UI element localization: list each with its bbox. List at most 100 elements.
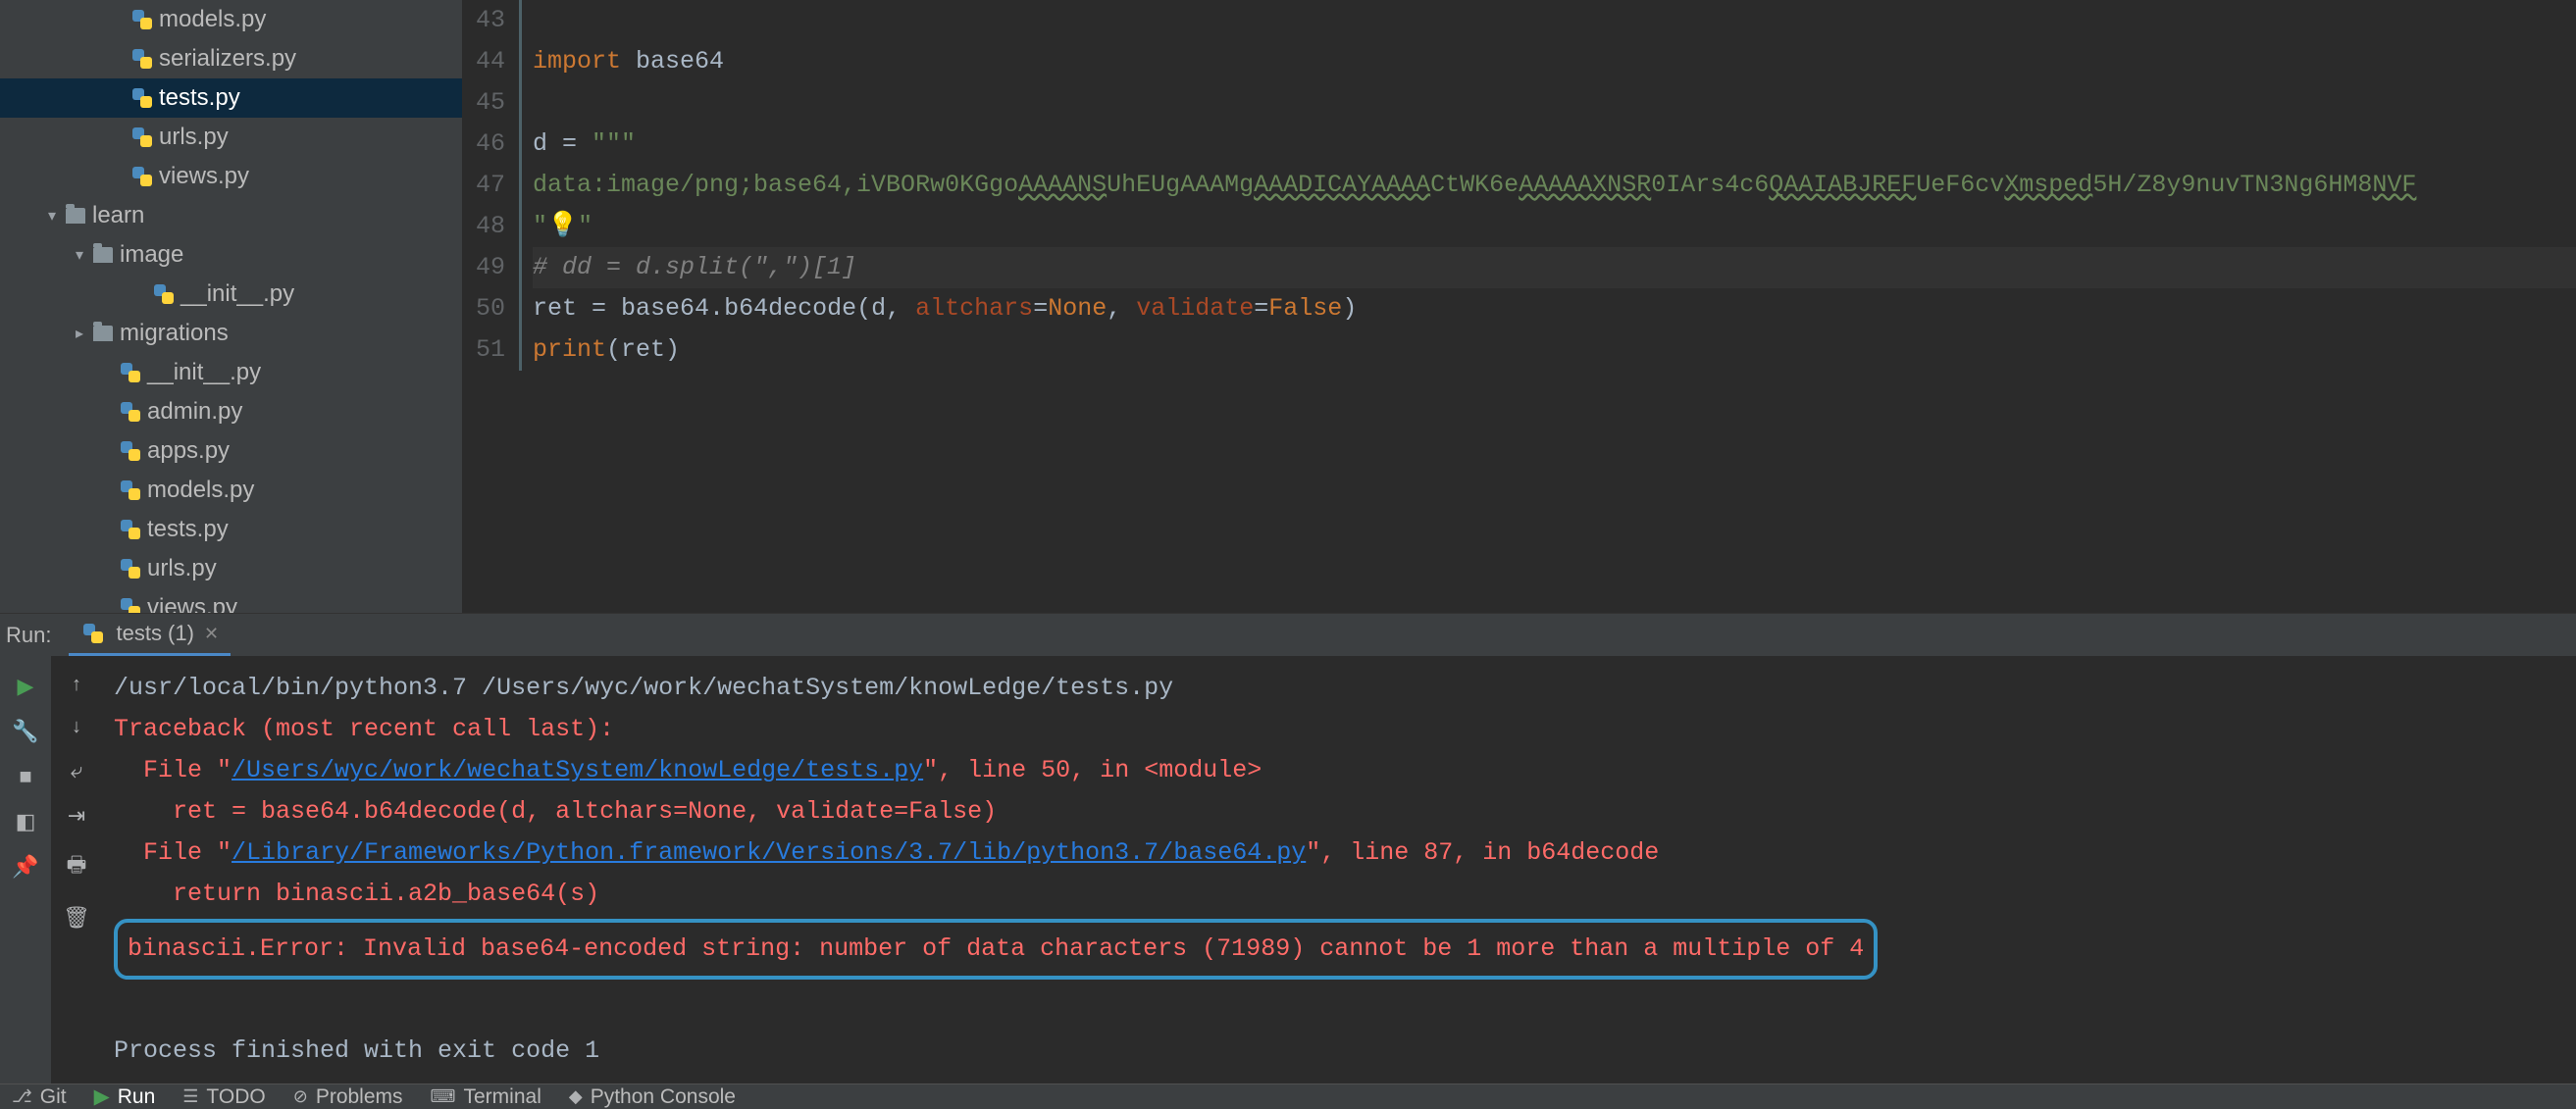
tree-item-label: urls.py <box>155 124 229 151</box>
tree-file[interactable]: models.py <box>0 0 462 39</box>
code-editor[interactable]: 434445464748495051 import base64d = """d… <box>462 0 2576 613</box>
tree-file[interactable]: __init__.py <box>0 275 462 314</box>
pin-icon[interactable]: 📌 <box>13 854 38 880</box>
soft-wrap-icon[interactable]: ⤶ <box>71 758 82 783</box>
tree-file[interactable]: tests.py <box>0 78 462 118</box>
run-tab-label: tests (1) <box>116 621 193 646</box>
python-file-icon <box>129 127 155 147</box>
error-message: binascii.Error: Invalid base64-encoded s… <box>128 929 1864 970</box>
statusbar-git[interactable]: ⎇Git <box>12 1085 67 1109</box>
tree-item-label: __init__.py <box>177 280 294 308</box>
python-file-icon <box>118 559 143 579</box>
python-file-icon <box>129 10 155 29</box>
line-number: 51 <box>462 329 505 371</box>
tree-folder[interactable]: ▾learn <box>0 196 462 235</box>
scroll-to-end-icon[interactable]: ⇥ <box>68 803 85 829</box>
run-panel-header: Run: tests (1) ✕ <box>0 614 2576 656</box>
line-number: 48 <box>462 206 505 247</box>
line-number: 50 <box>462 288 505 329</box>
traceback-link[interactable]: /Users/wyc/work/wechatSystem/knowLedge/t… <box>232 756 923 784</box>
code-line[interactable]: "💡" <box>533 206 2576 247</box>
wrench-icon[interactable]: 🔧 <box>13 719 38 744</box>
down-arrow-icon[interactable]: ↓ <box>72 716 81 738</box>
trash-icon[interactable]: 🗑 <box>63 905 90 931</box>
tree-expander-icon[interactable]: ▾ <box>41 206 63 226</box>
run-panel-title: Run: <box>6 623 51 648</box>
editor-code-area[interactable]: import base64 d = """data:image/png;base6… <box>533 0 2576 613</box>
python-file-icon <box>118 480 143 500</box>
python-file-icon <box>118 598 143 613</box>
tree-file[interactable]: urls.py <box>0 549 462 588</box>
code-line[interactable]: # dd = d.split(",")[1] <box>533 247 2576 288</box>
tree-item-label: migrations <box>116 320 229 347</box>
python-console-icon: ◆ <box>569 1086 583 1107</box>
rerun-button[interactable]: ▶ <box>13 674 38 699</box>
run-tool-window[interactable]: Run: tests (1) ✕ ▶ 🔧 ■ ◧ 📌 ↑ ↓ ⤶ ⇥ 🖶 🗑 <box>0 613 2576 1084</box>
tree-item-label: __init__.py <box>143 359 261 386</box>
line-number: 47 <box>462 165 505 206</box>
run-tab[interactable]: tests (1) ✕ <box>69 614 231 656</box>
statusbar-todo[interactable]: ☰TODO <box>182 1085 265 1109</box>
code-line[interactable]: data:image/png;base64,iVBORw0KGgoAAAANSU… <box>533 165 2576 206</box>
tree-item-label: serializers.py <box>155 45 296 73</box>
python-file-icon <box>151 284 177 304</box>
tree-file[interactable]: apps.py <box>0 431 462 471</box>
up-arrow-icon[interactable]: ↑ <box>72 674 81 696</box>
statusbar-run[interactable]: ▶Run <box>94 1084 156 1109</box>
tree-item-label: models.py <box>143 477 254 504</box>
folder-icon <box>63 208 88 224</box>
python-file-icon <box>118 363 143 382</box>
problems-icon: ⊘ <box>293 1086 308 1107</box>
tree-folder[interactable]: ▾ image <box>0 235 462 275</box>
tree-file[interactable]: serializers.py <box>0 39 462 78</box>
console-cmd: /usr/local/bin/python3.7 /Users/wyc/work… <box>114 668 2564 709</box>
python-file-icon <box>129 88 155 108</box>
statusbar-terminal[interactable]: ⌨Terminal <box>431 1085 541 1109</box>
play-icon: ▶ <box>94 1084 110 1109</box>
code-line[interactable]: print(ret) <box>533 329 2576 371</box>
tree-item-label: urls.py <box>143 555 217 582</box>
line-number: 49 <box>462 247 505 288</box>
close-tab-icon[interactable]: ✕ <box>204 624 219 644</box>
project-tree[interactable]: models.py serializers.py tests.py urls.py vi… <box>0 0 462 613</box>
list-icon: ☰ <box>182 1086 198 1107</box>
code-line[interactable]: d = """ <box>533 124 2576 165</box>
python-file-icon <box>118 441 143 461</box>
traceback-link[interactable]: /Library/Frameworks/Python.framework/Ver… <box>232 838 1306 867</box>
tree-file[interactable]: urls.py <box>0 118 462 157</box>
code-line[interactable] <box>533 0 2576 41</box>
print-icon[interactable]: 🖶 <box>67 848 87 885</box>
terminal-icon: ⌨ <box>431 1086 456 1107</box>
tree-item-label: views.py <box>143 594 237 613</box>
tree-file[interactable]: tests.py <box>0 510 462 549</box>
traceback-frame: File "/Library/Frameworks/Python.framewo… <box>114 832 2564 874</box>
tree-item-label: image <box>116 241 183 269</box>
tree-expander-icon[interactable]: ▾ <box>69 245 90 265</box>
stop-button[interactable]: ■ <box>13 764 38 789</box>
layout-icon[interactable]: ◧ <box>13 809 38 834</box>
tree-item-label: tests.py <box>155 84 240 112</box>
statusbar-python-console[interactable]: ◆Python Console <box>569 1085 736 1109</box>
run-toolbar-left: ▶ 🔧 ■ ◧ 📌 <box>0 656 51 1084</box>
tree-file[interactable]: views.py <box>0 588 462 613</box>
tree-file[interactable]: __init__.py <box>0 353 462 392</box>
tree-folder[interactable]: ▸ migrations <box>0 314 462 353</box>
tree-file[interactable]: models.py <box>0 471 462 510</box>
tree-item-label: views.py <box>155 163 249 190</box>
line-number: 45 <box>462 82 505 124</box>
console-output[interactable]: /usr/local/bin/python3.7 /Users/wyc/work… <box>102 656 2576 1084</box>
tree-item-label: apps.py <box>143 437 230 465</box>
traceback-code: return binascii.a2b_base64(s) <box>114 874 2564 915</box>
tree-expander-icon[interactable]: ▸ <box>69 324 90 343</box>
line-number: 44 <box>462 41 505 82</box>
python-file-icon <box>129 49 155 69</box>
traceback-header: Traceback (most recent call last): <box>114 709 2564 750</box>
statusbar-problems[interactable]: ⊘Problems <box>293 1085 403 1109</box>
tree-file[interactable]: admin.py <box>0 392 462 431</box>
code-line[interactable]: import base64 <box>533 41 2576 82</box>
line-number: 43 <box>462 0 505 41</box>
code-line[interactable] <box>533 82 2576 124</box>
traceback-frame: File "/Users/wyc/work/wechatSystem/knowL… <box>114 750 2564 791</box>
code-line[interactable]: ret = base64.b64decode(d, altchars=None,… <box>533 288 2576 329</box>
tree-file[interactable]: views.py <box>0 157 462 196</box>
